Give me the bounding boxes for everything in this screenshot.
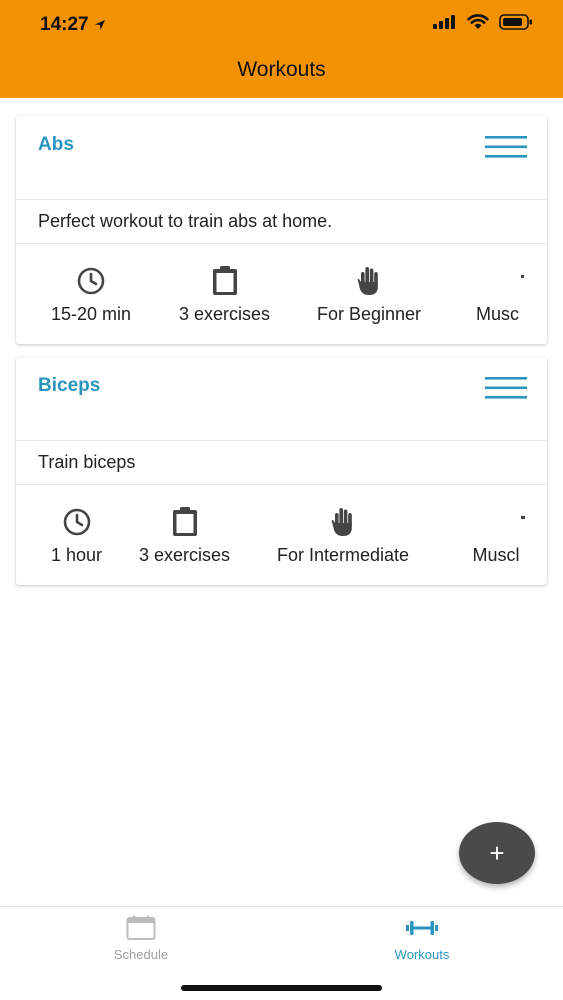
muscle-label: Musc — [475, 304, 519, 324]
workout-card-biceps[interactable]: Biceps Train biceps 1 hour 3 exercises F… — [16, 357, 547, 585]
workout-card-abs[interactable]: Abs Perfect workout to train abs at home… — [16, 116, 547, 344]
add-workout-button[interactable]: + — [459, 822, 535, 884]
status-icons — [433, 14, 533, 30]
calendar-icon — [126, 915, 156, 940]
stat-exercises: 3 exercises — [139, 507, 230, 566]
tab-schedule[interactable]: Schedule — [41, 915, 241, 962]
workout-description: Perfect workout to train abs at home. — [16, 200, 547, 244]
status-time: 14:27 — [40, 14, 106, 36]
stat-level: For Beginner — [317, 266, 421, 325]
stat-muscle: Muscl — [467, 507, 525, 566]
wifi-icon — [467, 14, 489, 29]
stat-exercises: 3 exercises — [179, 266, 270, 325]
home-indicator — [181, 985, 382, 991]
workout-title[interactable]: Abs — [38, 134, 74, 156]
tab-workouts-label: Workouts — [394, 947, 450, 962]
stat-muscle: Musc — [471, 266, 524, 325]
menu-icon[interactable] — [485, 136, 527, 158]
duration-label: 1 hour — [51, 545, 103, 565]
clock-icon — [77, 266, 105, 296]
battery-icon — [499, 14, 532, 30]
hand-icon — [330, 507, 356, 537]
clipboard-icon — [172, 507, 198, 537]
muscle-label: Muscl — [472, 545, 520, 565]
level-label: For Beginner — [317, 304, 422, 324]
hand-icon — [356, 266, 382, 296]
signal-icon — [433, 15, 455, 29]
level-label: For Intermediate — [277, 545, 410, 565]
stat-duration: 1 hour — [51, 507, 102, 566]
workout-title[interactable]: Biceps — [38, 375, 100, 397]
tab-schedule-label: Schedule — [113, 947, 169, 962]
app-header: 14:27 Workouts — [0, 0, 563, 98]
dumbbell-icon — [406, 921, 438, 935]
plus-icon: + — [489, 837, 505, 868]
workout-stats: 15-20 min 3 exercises For Beginner Musc — [16, 244, 547, 344]
stat-duration: 15-20 min — [51, 266, 131, 325]
exercises-label: 3 exercises — [139, 545, 231, 565]
workout-description: Train biceps — [16, 441, 547, 485]
menu-icon[interactable] — [485, 377, 527, 399]
tab-workouts[interactable]: Workouts — [322, 915, 522, 962]
stat-level: For Intermediate — [277, 507, 409, 566]
clipboard-icon — [212, 266, 238, 296]
exercises-label: 3 exercises — [179, 304, 271, 324]
card-header: Abs — [16, 116, 547, 200]
card-header: Biceps — [16, 357, 547, 441]
workout-stats: 1 hour 3 exercises For Intermediate Musc… — [16, 485, 547, 585]
location-arrow-icon — [94, 20, 105, 30]
page-title: Workouts — [237, 58, 326, 81]
clock-icon — [63, 507, 91, 537]
duration-label: 15-20 min — [51, 304, 132, 324]
status-bar: 14:27 — [0, 0, 563, 50]
